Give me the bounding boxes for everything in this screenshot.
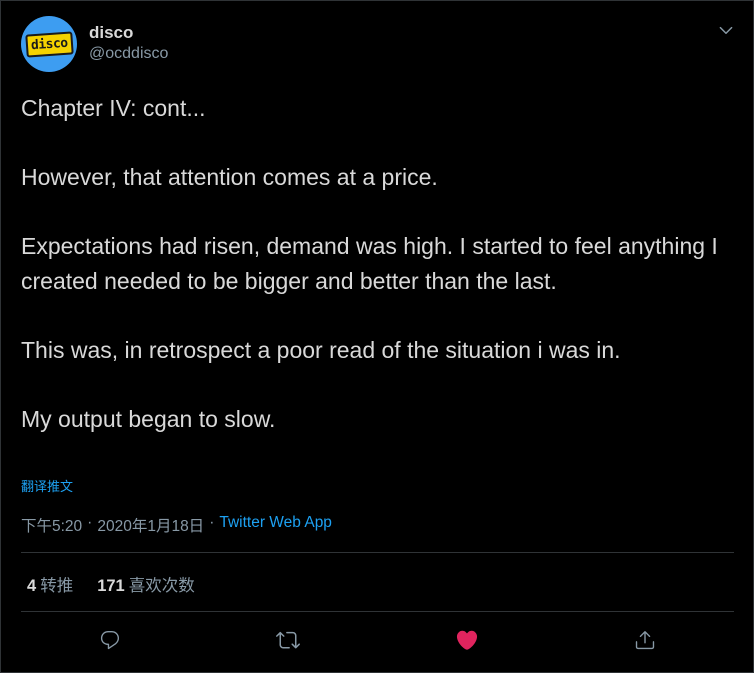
like-button[interactable] (453, 626, 481, 654)
translate-tweet-link[interactable]: 翻译推文 (21, 476, 73, 495)
retweets-stat[interactable]: 4 转推 (27, 572, 73, 596)
tweet-stats: 4 转推 171 喜欢次数 (27, 572, 195, 596)
tweet-paragraph: My output began to slow. (21, 405, 276, 432)
tweet-time[interactable]: 下午5:20 (21, 514, 82, 536)
meta-separator: · (87, 514, 93, 531)
source-app-link[interactable]: Twitter Web App (219, 514, 332, 536)
tweet-meta: 下午5:20 · 2020年1月18日 · Twitter Web App (21, 514, 332, 536)
tweet-text: Chapter IV: cont... However, that attent… (21, 91, 736, 436)
handle[interactable]: @ocddisco (89, 43, 168, 65)
meta-separator: · (209, 514, 215, 531)
likes-count: 171 (97, 577, 125, 595)
retweet-button[interactable] (274, 626, 302, 654)
likes-label: 喜欢次数 (128, 577, 195, 595)
reply-button[interactable] (96, 626, 124, 654)
retweets-count: 4 (27, 577, 37, 595)
author-names: disco @ocddisco (89, 23, 168, 65)
tweet-paragraph: Expectations had risen, demand was high.… (21, 233, 718, 294)
divider (21, 611, 734, 612)
tweet-paragraph: However, that attention comes at a price… (21, 164, 438, 190)
tweet-paragraph: Chapter IV: cont... (21, 95, 206, 121)
tweet-actions (21, 626, 734, 654)
divider (21, 552, 734, 553)
avatar-logo: disco (24, 30, 74, 58)
tweet-paragraph: This was, in retrospect a poor read of t… (21, 336, 621, 363)
avatar[interactable]: disco (21, 16, 77, 72)
tweet-date[interactable]: 2020年1月18日 (97, 514, 204, 536)
more-options-button[interactable] (717, 21, 735, 39)
tweet-card: disco disco @ocddisco Chapter IV: cont..… (0, 0, 754, 673)
share-button[interactable] (631, 626, 659, 654)
retweets-label: 转推 (40, 577, 74, 595)
tweet-header: disco disco @ocddisco (21, 16, 168, 72)
display-name[interactable]: disco (89, 23, 168, 43)
chevron-down-icon (719, 26, 733, 35)
likes-stat[interactable]: 171 喜欢次数 (97, 572, 195, 596)
reply-icon (101, 631, 120, 650)
retweet-icon (276, 631, 301, 649)
share-icon (635, 631, 655, 650)
heart-icon (456, 630, 477, 650)
